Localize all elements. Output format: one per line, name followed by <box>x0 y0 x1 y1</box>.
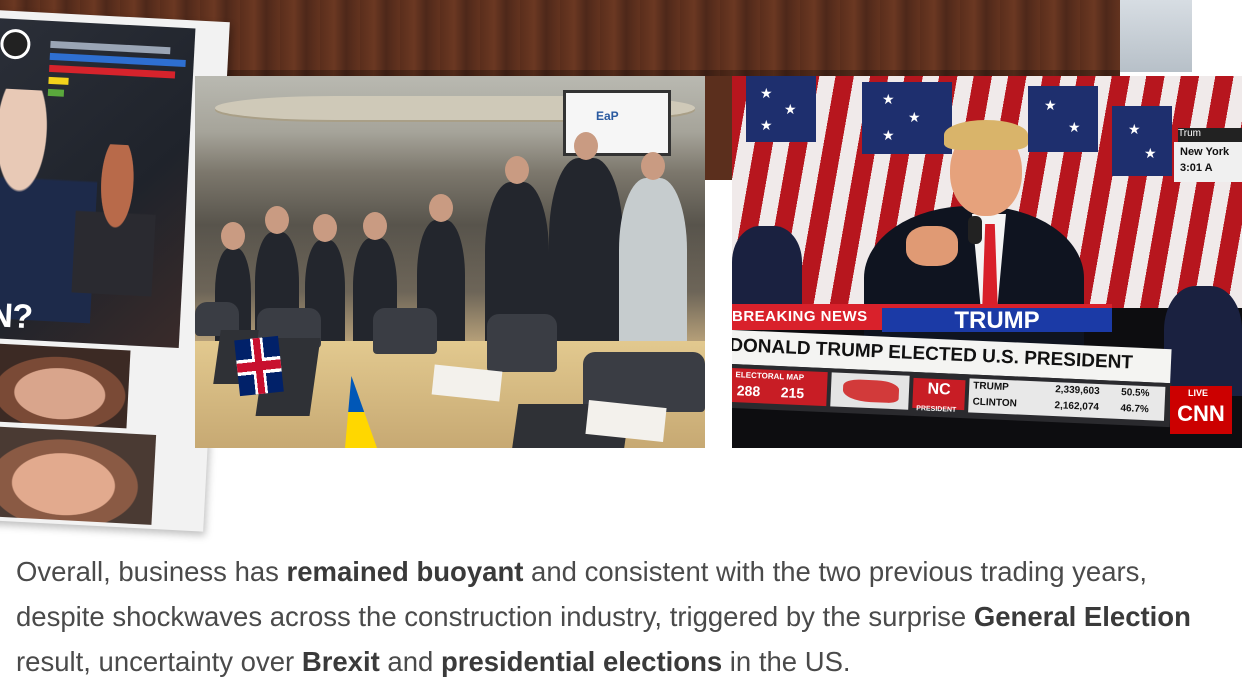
us-map-thumbnail <box>830 372 910 410</box>
newspaper-chart-bar <box>49 52 186 68</box>
electoral-map-box: ELECTORAL MAP 288 215 <box>732 367 828 407</box>
location-tag-city: New York <box>1180 146 1230 158</box>
state-results: TRUMP 2,339,603 50.5% CLINTON 2,162,074 … <box>968 378 1166 421</box>
article-emphasis: presidential elections <box>440 646 723 677</box>
flag-canton <box>862 82 952 154</box>
speaker-hand <box>906 226 958 266</box>
newspaper-face-photo <box>0 425 157 525</box>
state-box: NC PRESIDENT <box>912 377 966 414</box>
newspaper-front-page: IN? <box>0 18 196 349</box>
newspaper-logo-icon <box>0 28 32 60</box>
star-icon: ★ <box>882 127 895 143</box>
star-icon: ★ <box>1144 145 1157 161</box>
star-icon: ★ <box>1044 97 1057 113</box>
candidate-votes: 2,162,074 <box>1054 400 1100 414</box>
electoral-count: 215 <box>780 384 805 402</box>
wood-background-divider <box>705 76 732 180</box>
us-map-icon <box>842 378 900 404</box>
delegate-figure <box>549 132 623 358</box>
star-icon: ★ <box>760 85 773 101</box>
summit-screen-text: EaP <box>596 109 619 123</box>
star-icon: ★ <box>1128 121 1141 137</box>
podium-banner: TRUMP <box>882 308 1112 332</box>
candidate-name: TRUMP <box>973 380 1010 394</box>
location-tag: Trum New York 3:01 A <box>1174 128 1242 182</box>
article-text: Overall, business has <box>16 556 287 587</box>
grey-background-corner <box>1120 0 1192 72</box>
star-icon: ★ <box>908 109 921 125</box>
star-icon: ★ <box>1068 119 1081 135</box>
article-emphasis: General Election <box>973 601 1191 632</box>
audience-figure <box>732 226 802 316</box>
article-text: and <box>379 646 441 677</box>
speaker-hair <box>944 120 1028 150</box>
state-label: NC <box>927 380 951 399</box>
location-tag-title: Trum <box>1178 128 1242 142</box>
location-tag-time: 3:01 A <box>1180 162 1213 174</box>
star-icon: ★ <box>784 101 797 117</box>
star-icon: ★ <box>760 117 773 133</box>
state-sub-label: PRESIDENT <box>916 405 957 414</box>
electoral-count: 288 <box>736 382 761 400</box>
live-badge: LIVE <box>1188 388 1209 398</box>
broadcast-photo: ★ ★ ★ ★ ★ ★ ★ ★ ★ ★ Trum New York 3:01 A… <box>732 76 1242 448</box>
newspaper-face-photo <box>0 342 131 429</box>
candidate-name: CLINTON <box>972 396 1018 410</box>
electoral-map-label: ELECTORAL MAP <box>735 370 805 383</box>
newspaper-chart-bar <box>48 64 176 79</box>
breaking-news-label: BREAKING NEWS <box>732 308 868 325</box>
flag-canton <box>1028 86 1098 152</box>
summit-photo: EaP <box>195 76 705 448</box>
candidate-percent: 50.5% <box>1120 387 1150 400</box>
article-text: in the US. <box>722 646 851 677</box>
chair <box>487 314 557 372</box>
chair <box>373 308 437 354</box>
delegate-figure <box>619 152 687 358</box>
candidate-percent: 46.7% <box>1120 402 1150 416</box>
star-icon: ★ <box>882 91 895 107</box>
audience-figure <box>1164 286 1242 396</box>
uk-flag <box>234 335 284 397</box>
flag-canton <box>1112 106 1172 176</box>
newspaper-chart-bar <box>48 76 69 85</box>
article-emphasis: remained buoyant <box>286 556 524 587</box>
newspaper-chart-bar <box>50 40 171 55</box>
article-paragraph: Overall, business has remained buoyant a… <box>16 549 1196 684</box>
microphone-icon <box>968 216 982 244</box>
flag-canton <box>746 76 816 142</box>
newspaper-person-photo <box>71 142 160 297</box>
article-text: result, uncertainty over <box>16 646 302 677</box>
newspaper-headline: IN? <box>0 295 33 337</box>
candidate-votes: 2,339,603 <box>1054 384 1100 398</box>
article-emphasis: Brexit <box>301 646 380 677</box>
